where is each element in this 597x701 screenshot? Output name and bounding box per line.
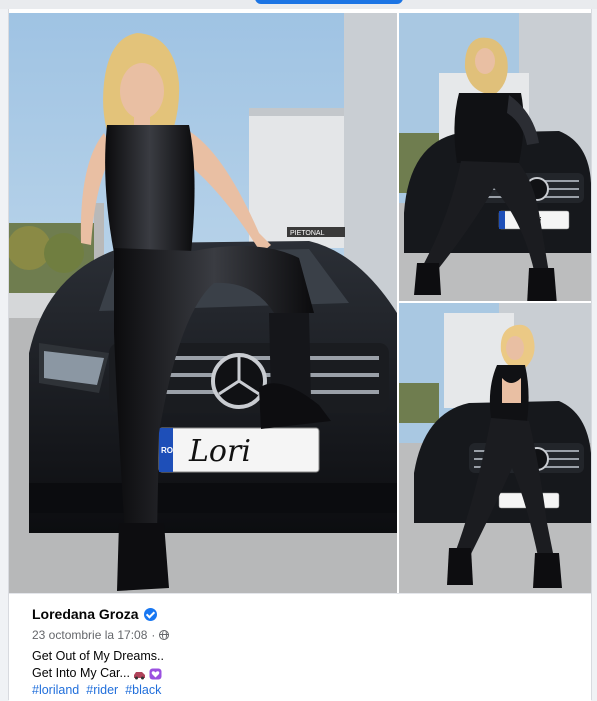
post-text: Get Out of My Dreams.. Get Into My Car..…	[32, 648, 165, 699]
purple-heart-emoji-icon	[149, 668, 162, 679]
author-name-link[interactable]: Loredana Groza	[32, 606, 139, 622]
post-card: PIETONAL RO Lori Loredana Groza 23 octom…	[8, 9, 592, 701]
meta-separator: ·	[151, 628, 156, 642]
hashtag-link-rider[interactable]: #rider	[86, 682, 118, 699]
top-toolbar-strip	[0, 0, 597, 9]
post-text-line-1-text: Get Out of My Dreams..	[32, 649, 164, 663]
post-text-line-2: Get Into My Car...	[32, 665, 165, 682]
car-emoji-icon	[133, 671, 145, 679]
post-text-line-1: Get Out of My Dreams..	[32, 648, 165, 665]
sign-text: PIETONAL	[290, 230, 325, 237]
post-photo-main[interactable]: PIETONAL RO Lori	[9, 13, 397, 593]
post-text-line-2-text: Get Into My Car...	[32, 666, 130, 680]
post-meta: 23 octombrie la 17:08 ·	[32, 627, 170, 643]
post-photo-bottom-right[interactable]	[399, 303, 591, 593]
photo-top-right-image: Lori	[399, 13, 591, 301]
photo-main-image: PIETONAL RO Lori	[9, 13, 397, 593]
hashtag-link-black[interactable]: #black	[125, 682, 161, 699]
hashtags-row: #loriland #rider #black	[32, 682, 165, 699]
plate-country-text: RO	[161, 446, 173, 455]
hashtag-link-loriland[interactable]: #loriland	[32, 682, 79, 699]
post-photo-top-right[interactable]: Lori	[399, 13, 591, 301]
post-timestamp-link[interactable]: 23 octombrie la 17:08	[32, 628, 147, 642]
photo-bottom-right-image	[399, 303, 591, 593]
verified-badge-icon	[143, 607, 157, 621]
plate-text: Lori	[188, 434, 251, 469]
top-action-button[interactable]	[255, 0, 403, 4]
globe-icon[interactable]	[159, 630, 170, 640]
author-row: Loredana Groza	[32, 605, 157, 623]
post-info: Loredana Groza 23 octombrie la 17:08 · G…	[9, 593, 591, 701]
